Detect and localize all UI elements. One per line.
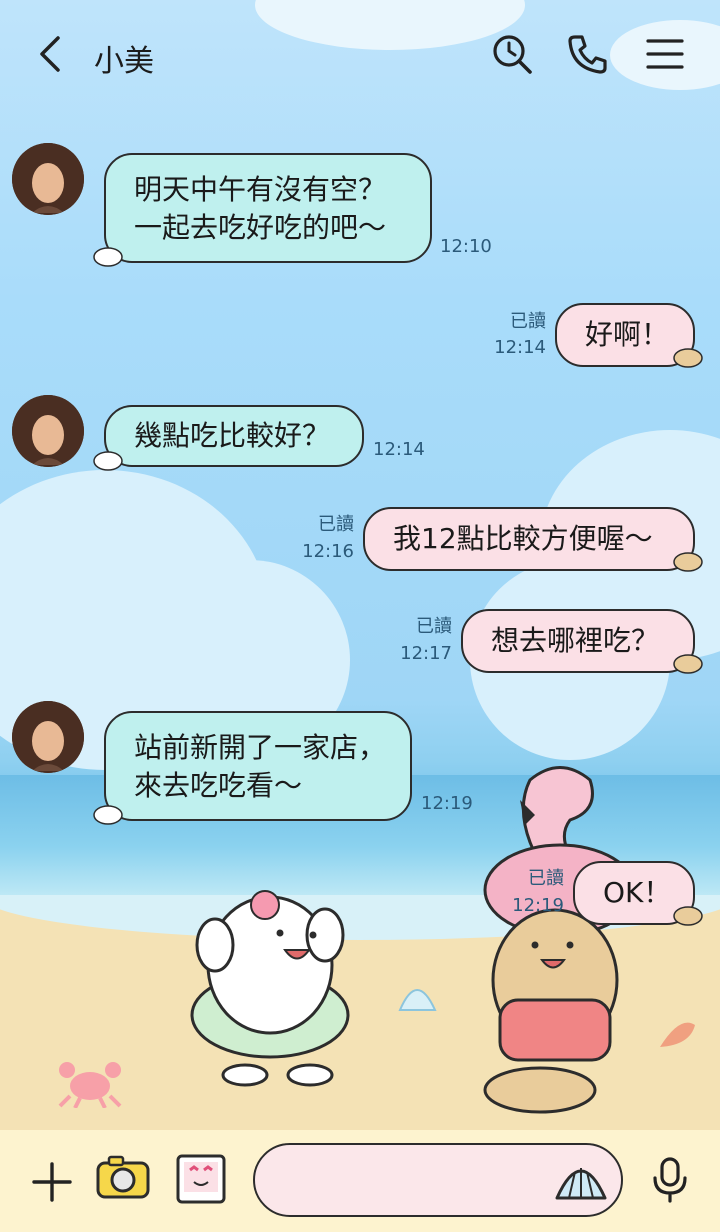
message-bubble-incoming[interactable]: 幾點吃比較好？ [104,405,364,467]
message-time: 12:17 [400,643,452,664]
avatar-photo-icon [12,143,84,215]
dog-with-flamingo-illustration [483,766,637,1114]
dog-sticker-icon [672,904,704,926]
message-bubble-outgoing[interactable]: 我12點比較方便喔～ [363,507,695,571]
read-receipt: 已讀 [528,868,564,889]
sheep-sticker-icon [92,449,124,471]
chevron-left-icon[interactable] [32,34,72,74]
photo-sticker-icon[interactable] [174,1152,228,1206]
camera-icon[interactable] [95,1155,151,1201]
read-receipt: 已讀 [510,311,546,332]
seashell-illustration [660,1022,695,1047]
sheep-sticker-icon [92,245,124,267]
chat-header: 小美 [0,0,720,110]
shell-sticker-icon[interactable] [553,1158,609,1202]
message-time: 12:10 [440,236,492,257]
avatar-photo-icon [12,395,84,467]
message-bubble-incoming[interactable]: 明天中午有沒有空？ 一起去吃好吃的吧～ [104,153,432,263]
message-time: 12:19 [421,793,473,814]
contact-avatar[interactable] [12,143,84,215]
message-time: 12:19 [512,895,564,916]
search-clock-icon[interactable] [490,32,534,76]
message-bubble-outgoing[interactable]: 想去哪裡吃？ [461,609,695,673]
crab-illustration [58,1062,122,1108]
plus-icon[interactable] [30,1160,74,1204]
message-bubble-incoming[interactable]: 站前新開了一家店， 來去吃吃看～ [104,711,412,821]
read-receipt: 已讀 [416,616,452,637]
hamburger-menu-icon[interactable] [643,32,687,76]
chat-title: 小美 [94,44,154,79]
read-receipt: 已讀 [318,514,354,535]
contact-avatar[interactable] [12,395,84,467]
message-time: 12:14 [373,439,425,460]
contact-avatar[interactable] [12,701,84,773]
phone-icon[interactable] [565,32,609,76]
shell-illustration [398,989,437,1011]
dog-sticker-icon [672,550,704,572]
message-time: 12:14 [494,337,546,358]
microphone-icon[interactable] [650,1156,690,1204]
dog-sticker-icon [672,346,704,368]
avatar-photo-icon [12,701,84,773]
sheep-sticker-icon [92,803,124,825]
dog-sticker-icon [672,652,704,674]
message-time: 12:16 [302,541,354,562]
chat-screen: { "header": {"title": "小美"}, "messages":… [0,0,720,1232]
bear-in-float-illustration [190,890,350,1087]
